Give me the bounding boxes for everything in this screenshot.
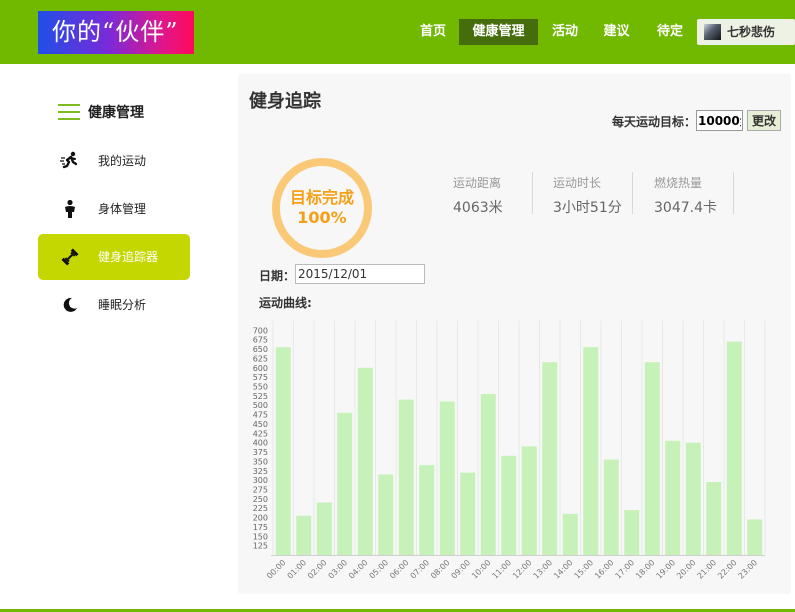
sidebar-item-fitness-tracker[interactable]: 健身追踪器 [38,234,190,280]
date-input[interactable] [295,264,425,284]
nav-home[interactable]: 首页 [407,19,459,45]
sidebar-item-label: 睡眠分析 [98,298,147,312]
running-person-icon [60,151,80,171]
stat-label: 燃烧热量 [654,176,703,190]
sidebar-item-sleep-analysis[interactable]: z 睡眠分析 [38,282,190,328]
user-menu[interactable]: 七秒悲伤 [697,19,795,45]
page-title: 健身追踪 [249,91,321,112]
top-header: 你的“伙伴” 首页 健康管理 活动 建议 待定 七秒悲伤 [0,0,795,64]
goal-progress-label: 目标完成 [289,188,354,207]
sidebar-item-body-management[interactable]: 身体管理 [38,186,190,232]
daily-goal-input[interactable] [696,110,743,131]
daily-goal-label: 每天运动目标： [612,115,697,129]
user-name: 七秒悲伤 [727,25,776,39]
stat-value: 3047.4卡 [654,200,717,216]
date-label: 日期： [259,269,296,283]
sidebar-item-label: 我的运动 [98,154,147,168]
avatar [704,24,721,40]
stat-calories: 燃烧热量 3047.4卡 [654,172,734,216]
nav-pending[interactable]: 待定 [643,19,697,45]
activity-curve-label: 运动曲线: [259,296,312,310]
app-logo[interactable]: 你的“伙伴” [38,11,194,54]
menu-icon[interactable] [58,104,80,120]
sidebar-item-label: 健身追踪器 [98,250,159,264]
nav-health-management[interactable]: 健康管理 [459,19,538,45]
person-icon [60,199,80,219]
dumbbell-icon [60,247,80,267]
svg-text:z: z [70,303,73,309]
stat-label: 运动距离 [453,176,502,190]
sidebar-item-label: 身体管理 [98,202,147,216]
nav-activities[interactable]: 活动 [540,19,590,45]
sidebar-item-my-exercise[interactable]: 我的运动 [38,138,190,184]
stat-value: 3小时51分 [553,200,622,216]
stat-duration: 运动时长 3小时51分 [553,172,633,216]
moon-sleep-icon: z [60,295,80,315]
nav-suggestions[interactable]: 建议 [590,19,643,45]
stat-distance: 运动距离 4063米 [453,172,533,216]
goal-progress-percent: 100% [297,208,347,227]
stat-label: 运动时长 [553,176,602,190]
stat-value: 4063米 [453,200,503,216]
sidebar-title: 健康管理 [88,105,144,121]
main-panel [238,74,791,594]
change-goal-button[interactable]: 更改 [747,110,781,131]
